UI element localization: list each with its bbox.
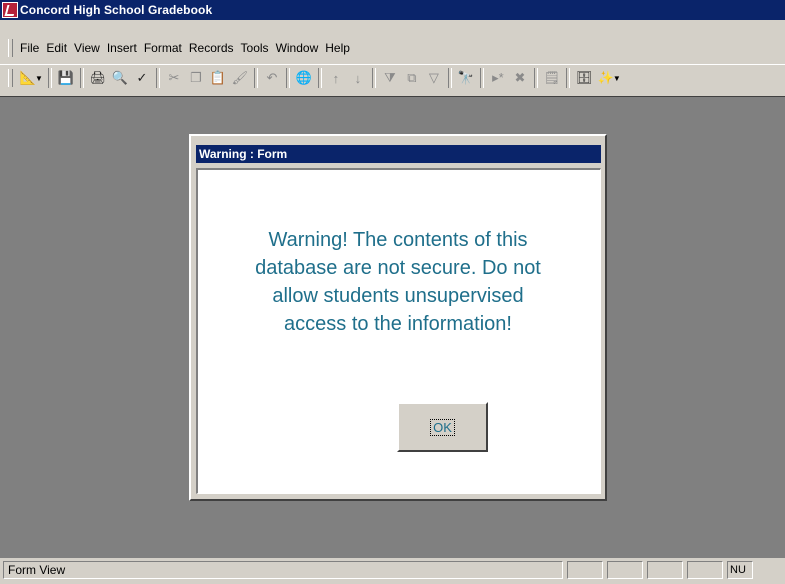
toolbar-separator [565, 68, 570, 88]
menu-insert[interactable]: Insert [104, 38, 141, 58]
menu-edit[interactable]: Edit [43, 38, 71, 58]
ok-button[interactable]: OK [397, 402, 488, 452]
status-pane [647, 561, 683, 579]
menu-file[interactable]: File [17, 38, 43, 58]
paste-icon[interactable]: 📋 [207, 67, 229, 89]
access-app-icon[interactable] [2, 2, 18, 18]
dialog-body: Warning! The contents of this database a… [196, 168, 601, 494]
delete-record-icon[interactable]: ✖ [509, 67, 531, 89]
title-bar: Concord High School Gradebook [0, 0, 785, 20]
toolbar-separator [47, 68, 52, 88]
format-painter-icon[interactable]: 🖌 [229, 67, 251, 89]
menu-records[interactable]: Records [186, 38, 238, 58]
properties-icon[interactable]: 🗒 [541, 67, 563, 89]
toolbar-separator [317, 68, 322, 88]
menu-window[interactable]: Window [273, 38, 323, 58]
status-bar: Form View NU [0, 559, 785, 581]
toolbar-separator [79, 68, 84, 88]
apply-filter-icon[interactable]: ▽ [423, 67, 445, 89]
toolbar-separator [155, 68, 160, 88]
print-icon[interactable]: 🖨 [87, 67, 109, 89]
menu-help[interactable]: Help [322, 38, 354, 58]
menu-tools[interactable]: Tools [238, 38, 273, 58]
print-preview-icon[interactable]: 🔍 [109, 67, 131, 89]
sort-descending-icon[interactable]: ↓ [347, 67, 369, 89]
access-window: Concord High School Gradebook File Edit … [0, 0, 785, 584]
filter-by-form-icon[interactable]: ⧉ [401, 67, 423, 89]
undo-icon[interactable]: ↶ [261, 67, 283, 89]
ok-button-label: OK [430, 418, 455, 436]
new-record-icon[interactable]: ▸* [487, 67, 509, 89]
status-pane [567, 561, 603, 579]
sort-ascending-icon[interactable]: ↑ [325, 67, 347, 89]
warning-message: Warning! The contents of this database a… [255, 229, 541, 335]
toolbar-separator [533, 68, 538, 88]
menu-bar-grip[interactable] [8, 39, 13, 57]
view-dropdown-icon[interactable]: ▼ [35, 74, 43, 83]
status-pane [607, 561, 643, 579]
num-lock-indicator: NU [727, 561, 753, 579]
toolbar-grip[interactable] [8, 69, 13, 87]
dialog-title-bar[interactable]: Warning : Form [196, 145, 601, 163]
database-window-icon[interactable]: 🗄 [573, 67, 595, 89]
toolbar-separator [253, 68, 258, 88]
toolbar-separator [285, 68, 290, 88]
spelling-icon[interactable]: ✓ [131, 67, 153, 89]
toolbar-separator [479, 68, 484, 88]
filter-by-selection-icon[interactable]: ⧩ [379, 67, 401, 89]
toolbar: 📐 ▼ 💾 🖨 🔍 ✓ ✂ ❐ 📋 🖌 ↶ 🌐 ↑ ↓ ⧩ ⧉ ▽ 🔭 ▸* ✖ … [0, 64, 785, 91]
toolbar-separator [371, 68, 376, 88]
status-text: Form View [3, 561, 563, 579]
warning-form-dialog: Warning : Form Warning! The contents of … [189, 134, 607, 501]
menu-bar: File Edit View Insert Format Records Too… [0, 37, 785, 59]
window-title: Concord High School Gradebook [20, 3, 213, 17]
status-pane [687, 561, 723, 579]
menu-view[interactable]: View [71, 38, 104, 58]
cut-icon[interactable]: ✂ [163, 67, 185, 89]
save-icon[interactable]: 💾 [55, 67, 77, 89]
find-icon[interactable]: 🔭 [455, 67, 477, 89]
new-object-dropdown-icon[interactable]: ▼ [613, 74, 621, 83]
menu-format[interactable]: Format [141, 38, 186, 58]
insert-hyperlink-icon[interactable]: 🌐 [293, 67, 315, 89]
toolbar-separator [447, 68, 452, 88]
copy-icon[interactable]: ❐ [185, 67, 207, 89]
